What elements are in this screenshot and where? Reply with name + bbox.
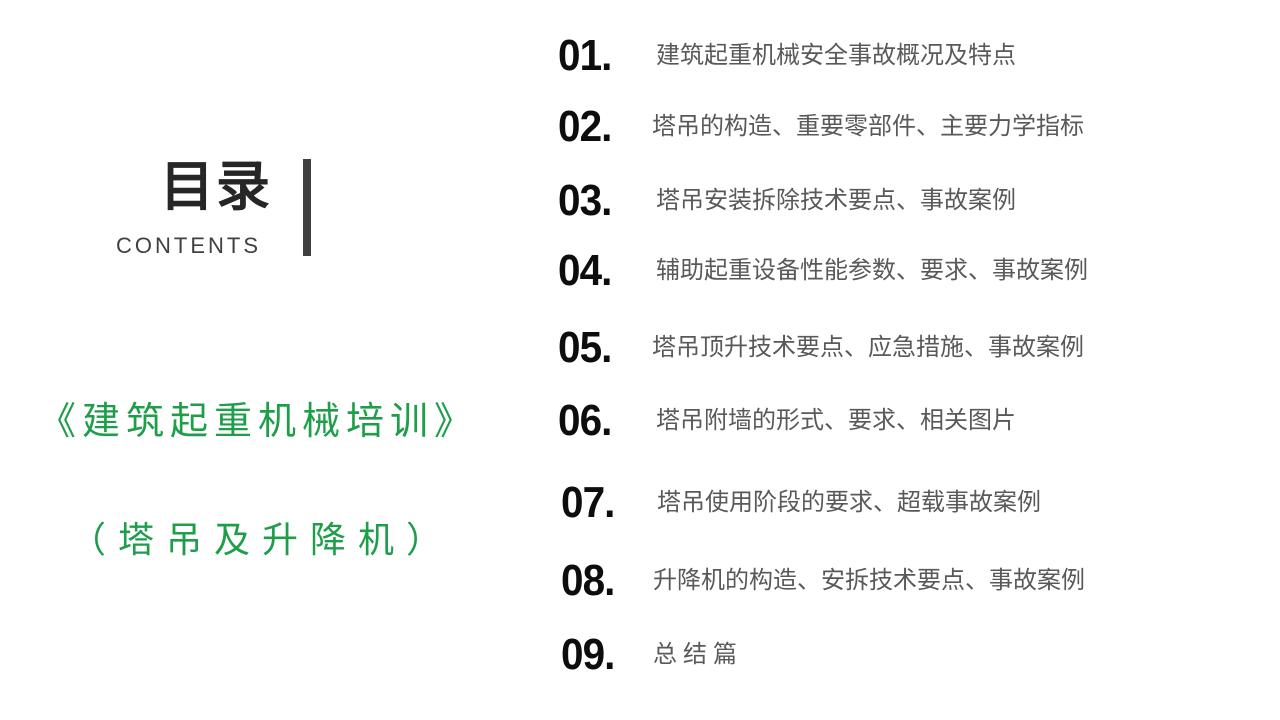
toc-number: 06. — [558, 396, 612, 445]
toc-label: 塔吊安装拆除技术要点、事故案例 — [656, 186, 1016, 214]
toc-number: 03. — [558, 176, 612, 225]
toc-item-08[interactable]: 08. 升降机的构造、安拆技术要点、事故案例 — [561, 559, 1085, 603]
toc-label: 塔吊顶升技术要点、应急措施、事故案例 — [652, 333, 1084, 361]
toc-number: 08. — [561, 556, 615, 605]
toc-label: 塔吊使用阶段的要求、超载事故案例 — [657, 488, 1041, 516]
toc-number: 04. — [558, 246, 612, 295]
table-of-contents: 01. 建筑起重机械安全事故概况及特点 02. 塔吊的构造、重要零部件、主要力学… — [0, 0, 1280, 720]
toc-number: 09. — [561, 630, 615, 679]
toc-number: 02. — [558, 102, 612, 151]
toc-number: 05. — [558, 323, 612, 372]
toc-item-02[interactable]: 02. 塔吊的构造、重要零部件、主要力学指标 — [558, 105, 1084, 149]
toc-label: 塔吊附墙的形式、要求、相关图片 — [656, 406, 1016, 434]
toc-item-06[interactable]: 06. 塔吊附墙的形式、要求、相关图片 — [558, 399, 1016, 443]
toc-item-03[interactable]: 03. 塔吊安装拆除技术要点、事故案例 — [558, 179, 1016, 223]
toc-number: 01. — [558, 31, 612, 80]
toc-label: 总结篇 — [653, 640, 743, 668]
toc-label: 塔吊的构造、重要零部件、主要力学指标 — [652, 112, 1084, 140]
toc-item-04[interactable]: 04. 辅助起重设备性能参数、要求、事故案例 — [558, 249, 1088, 293]
toc-item-07[interactable]: 07. 塔吊使用阶段的要求、超载事故案例 — [561, 481, 1041, 525]
toc-label: 升降机的构造、安拆技术要点、事故案例 — [653, 566, 1085, 594]
toc-item-05[interactable]: 05. 塔吊顶升技术要点、应急措施、事故案例 — [558, 326, 1084, 370]
toc-label: 辅助起重设备性能参数、要求、事故案例 — [656, 256, 1088, 284]
toc-item-01[interactable]: 01. 建筑起重机械安全事故概况及特点 — [558, 34, 1016, 78]
toc-number: 07. — [561, 478, 615, 527]
toc-item-09[interactable]: 09. 总结篇 — [561, 633, 743, 677]
toc-label: 建筑起重机械安全事故概况及特点 — [656, 41, 1016, 69]
